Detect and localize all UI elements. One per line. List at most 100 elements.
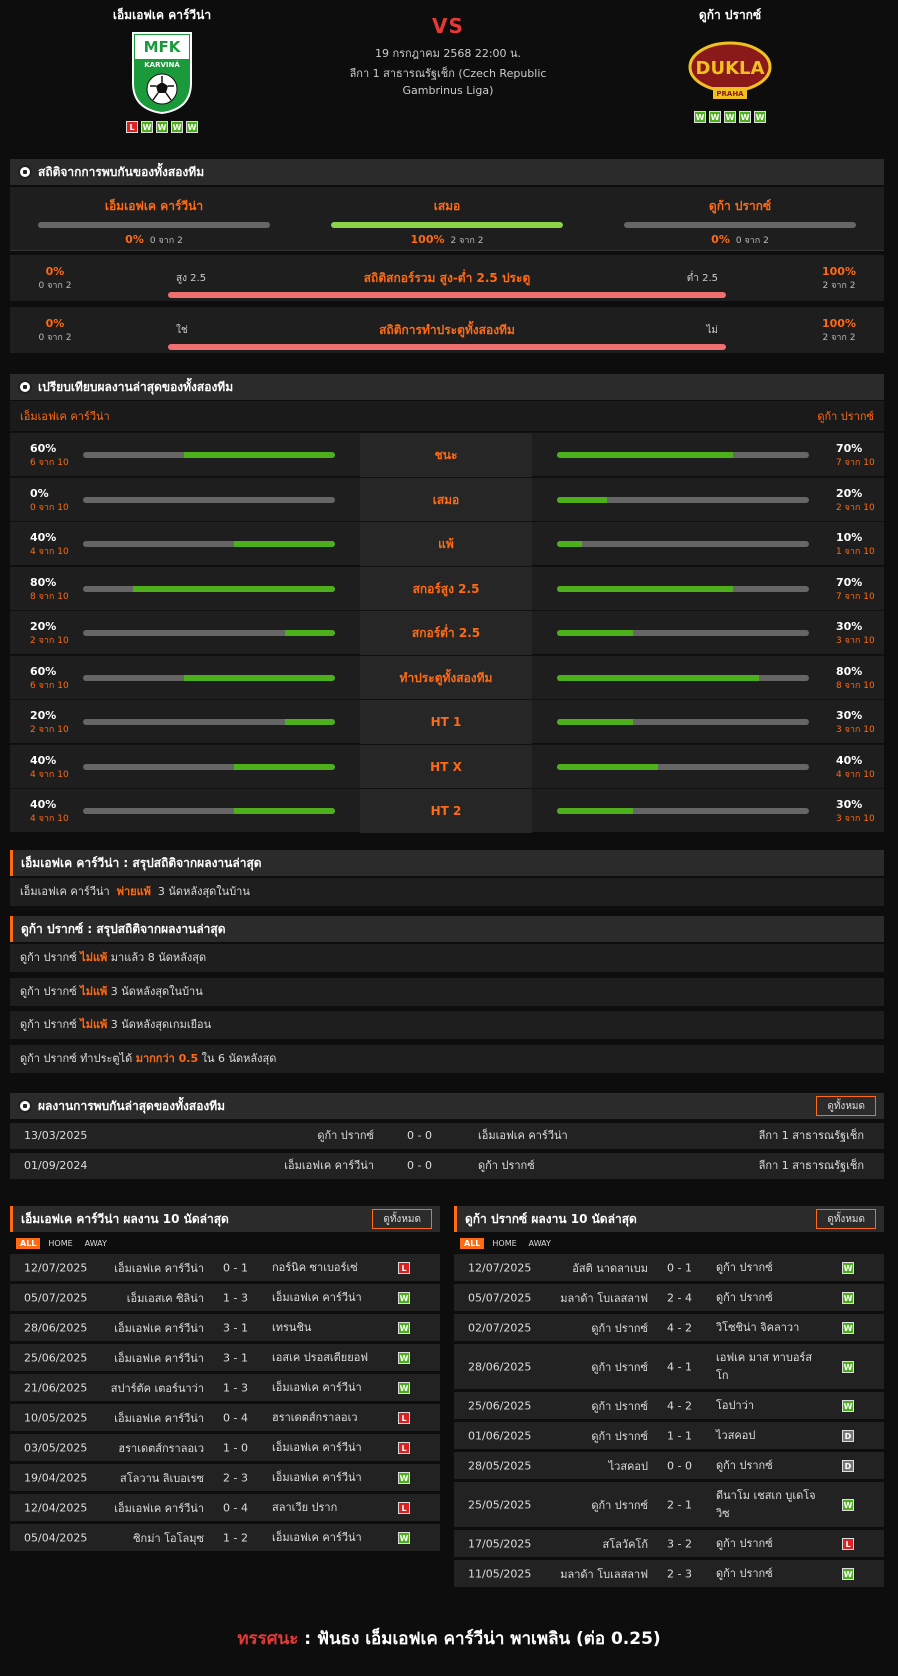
match-row[interactable]: 28/05/2025 ไวสคอป 0 - 0 ดูก้า ปรากซ์ D xyxy=(454,1452,884,1480)
match-row[interactable]: 28/06/2025 เอ็มเอฟเค คาร์วีน่า 3 - 1 เทรนชิ… xyxy=(10,1314,440,1342)
match-away-team: ดูก้า ปรากซ์ xyxy=(716,1458,773,1472)
match-score: 0 - 0 xyxy=(667,1459,692,1472)
last-h2h-header: ผลงานการพบกันล่าสุดของทั้งสองทีม ดูทั้งห… xyxy=(10,1093,884,1119)
ou-right: 100% 2 จาก 2 xyxy=(794,265,884,292)
match-row[interactable]: 19/04/2025 สโลวาน ลิเบอเรซ 2 - 3 เอ็มเอฟเค … xyxy=(10,1464,440,1492)
match-home-team: สปาร์ตัค เตอร์นาว่า xyxy=(110,1381,204,1395)
h2h-of: 2 จาก 2 xyxy=(450,236,484,246)
summary-highlight: ไม่แพ้ xyxy=(80,1018,108,1031)
view-all-button[interactable]: ดูทั้งหมด xyxy=(372,1209,432,1229)
match-home-team: เอ็มเอสเค ซิลิน่า xyxy=(126,1291,204,1305)
match-row[interactable]: 10/05/2025 เอ็มเอฟเค คาร์วีน่า 0 - 4 ฮราเดต… xyxy=(10,1404,440,1432)
match-row[interactable]: 21/06/2025 สปาร์ตัค เตอร์นาว่า 1 - 3 เอ็มเอ… xyxy=(10,1374,440,1402)
ou-left: 0% 0 จาก 2 xyxy=(10,265,100,292)
compare-left-pct: 20% xyxy=(30,620,57,633)
tab-home[interactable]: HOME xyxy=(488,1238,520,1249)
match-home-team: ดูก้า ปรากซ์ xyxy=(591,1429,648,1443)
h2h-col-label: เสมอ xyxy=(433,199,461,213)
form-badge: W xyxy=(141,121,153,133)
compare-metric-label: HT X xyxy=(360,744,532,789)
compare-metric-label: เสมอ xyxy=(360,477,532,522)
match-row[interactable]: 12/07/2025 เอ็มเอฟเค คาร์วีน่า 0 - 1 กอร์นิ… xyxy=(10,1254,440,1282)
view-all-button[interactable]: ดูทั้งหมด xyxy=(816,1209,876,1229)
tab-all[interactable]: ALL xyxy=(460,1237,485,1249)
h2h-bar xyxy=(38,222,270,228)
h2h-match-row[interactable]: 13/03/2025 ดูก้า ปรากซ์ 0 - 0 เอ็มเอฟเค คาร… xyxy=(10,1123,884,1149)
compare-metric-label: HT 2 xyxy=(360,789,532,833)
compare-team-names: เอ็มเอฟเค คาร์วีน่า ดูก้า ปรากซ์ xyxy=(10,401,884,431)
match-row[interactable]: 25/06/2025 เอ็มเอฟเค คาร์วีน่า 3 - 1 เอสเค … xyxy=(10,1344,440,1372)
h2h-match-row[interactable]: 01/09/2024 เอ็มเอฟเค คาร์วีน่า 0 - 0 ดูก้า … xyxy=(10,1153,884,1179)
compare-left-of: 6 จาก 10 xyxy=(30,680,69,691)
result-badge: W xyxy=(842,1321,854,1334)
match-score: 1 - 1 xyxy=(667,1429,692,1442)
match-league: ลีกา 1 สาธารณรัฐเช็ก xyxy=(758,1159,864,1172)
soccer-ball-icon xyxy=(18,1099,32,1113)
result-badge: W xyxy=(842,1567,854,1580)
match-date: 10/05/2025 xyxy=(24,1411,88,1424)
match-away-team: วิโซชิน่า จิคลาวา xyxy=(716,1320,800,1334)
match-row[interactable]: 01/06/2025 ดูก้า ปรากซ์ 1 - 1 ไวสคอป D xyxy=(454,1422,884,1450)
match-row[interactable]: 17/05/2025 สโลวัคโก้ 3 - 2 ดูก้า ปรากซ์ L xyxy=(454,1530,884,1558)
match-row[interactable]: 05/07/2025 มลาด้า โบเลสลาฟ 2 - 4 ดูก้า ปราก… xyxy=(454,1284,884,1312)
btts-bar xyxy=(168,344,726,350)
compare-row: 20% 2 จาก 10 HT 1 30% 3 จาก 10 xyxy=(10,699,884,744)
summary-row: ดูก้า ปรากซ์ ไม่แพ้ 3 นัดหลังสุดในบ้าน xyxy=(10,977,884,1006)
match-away-team: ดีนาโม เชสเก บูเดโจ วิซ xyxy=(716,1488,816,1520)
home-team[interactable]: เอ็มเอฟเค คาร์วีน่า MFK KARVINÁ L W W W … xyxy=(62,6,262,133)
compare-right-bar xyxy=(557,808,809,814)
match-row[interactable]: 12/07/2025 อัสติ นาดลาเบม 0 - 1 ดูก้า ปรากซ… xyxy=(454,1254,884,1282)
match-row[interactable]: 12/04/2025 เอ็มเอฟเค คาร์วีน่า 0 - 4 สลาเวี… xyxy=(10,1494,440,1522)
home-form: L W W W W xyxy=(62,121,262,133)
match-date: 05/04/2025 xyxy=(24,1531,88,1544)
compare-left-bar-fill xyxy=(133,585,335,592)
compare-right-pct: 30% xyxy=(836,798,863,811)
match-date: 11/05/2025 xyxy=(468,1567,532,1580)
form-badge: W xyxy=(156,121,168,133)
match-row[interactable]: 28/06/2025 ดูก้า ปรากซ์ 4 - 1 เอฟเค มาส ทาบ… xyxy=(454,1344,884,1390)
compare-metric-label: ชนะ xyxy=(360,433,532,477)
match-row[interactable]: 02/07/2025 ดูก้า ปรากซ์ 4 - 2 วิโซชิน่า จิค… xyxy=(454,1314,884,1342)
match-home-team: อัสติ นาดลาเบม xyxy=(572,1261,648,1275)
btts-right: 100% 2 จาก 2 xyxy=(794,317,884,344)
compare-left-of: 8 จาก 10 xyxy=(30,591,69,602)
compare-right-value: 40% 4 จาก 10 xyxy=(836,754,875,781)
match-home-team: มลาด้า โบเลสลาฟ xyxy=(560,1567,648,1581)
home-team-name: เอ็มเอฟเค คาร์วีน่า xyxy=(112,8,212,22)
match-away-team: ดูก้า ปรากซ์ xyxy=(478,1159,535,1172)
soccer-ball-icon xyxy=(18,165,32,179)
compare-left-pct: 80% xyxy=(30,575,57,589)
match-date: 28/06/2025 xyxy=(468,1360,532,1373)
away-logo-sub: PRAHA xyxy=(716,90,744,98)
match-row[interactable]: 05/07/2025 เอ็มเอสเค ซิลิน่า 1 - 3 เอ็มเอฟเ… xyxy=(10,1284,440,1312)
match-row[interactable]: 25/06/2025 ดูก้า ปรากซ์ 4 - 2 โอปาว่า W xyxy=(454,1392,884,1420)
form-badge: W xyxy=(171,121,183,133)
compare-right-value: 30% 3 จาก 10 xyxy=(836,798,875,825)
tab-away[interactable]: AWAY xyxy=(81,1238,111,1249)
compare-row: 60% 6 จาก 10 ชนะ 70% 7 จาก 10 xyxy=(10,432,884,477)
tab-away[interactable]: AWAY xyxy=(525,1238,555,1249)
match-row[interactable]: 25/05/2025 ดูก้า ปรากซ์ 2 - 1 ดีนาโม เชสเก … xyxy=(454,1482,884,1528)
compare-right-bar-fill xyxy=(557,808,633,814)
tab-all[interactable]: ALL xyxy=(16,1237,41,1249)
away-team[interactable]: ดูก้า ปรากซ์ DUKLA PRAHA W W W W W xyxy=(630,6,830,123)
match-row[interactable]: 05/04/2025 ซิกม่า โอโลมุซ 1 - 2 เอ็มเอฟเค ค… xyxy=(10,1524,440,1552)
view-all-button[interactable]: ดูทั้งหมด xyxy=(816,1096,876,1116)
ou-bar xyxy=(168,292,726,298)
tab-home[interactable]: HOME xyxy=(44,1238,76,1249)
compare-right-of: 7 จาก 10 xyxy=(836,591,875,602)
result-badge: D xyxy=(842,1429,854,1442)
compare-left-of: 4 จาก 10 xyxy=(30,814,69,824)
result-badge: W xyxy=(842,1498,854,1511)
compare-right-bar-fill xyxy=(557,674,759,681)
compare-right-of: 3 จาก 10 xyxy=(836,636,875,646)
compare-row: 40% 4 จาก 10 HT X 40% 4 จาก 10 xyxy=(10,743,884,789)
match-date: 01/09/2024 xyxy=(24,1159,88,1172)
h2h-stats-header: สถิติจากการพบกันของทั้งสองทีม xyxy=(10,159,884,185)
match-row[interactable]: 11/05/2025 มลาด้า โบเลสลาฟ 2 - 3 ดูก้า ปราก… xyxy=(454,1560,884,1588)
btts-mid: ใช่ สถิติการทำประตูทั้งสองทีม ไม่ xyxy=(168,321,726,350)
compare-right-bar xyxy=(557,541,809,547)
compare-right-value: 70% 7 จาก 10 xyxy=(836,442,875,469)
h2h-home-wins: เอ็มเอฟเค คาร์วีน่า 0% 0 จาก 2 xyxy=(38,197,270,247)
match-row[interactable]: 03/05/2025 ฮราเดตส์กราลอเว 1 - 0 เอ็มเอฟเค … xyxy=(10,1434,440,1462)
